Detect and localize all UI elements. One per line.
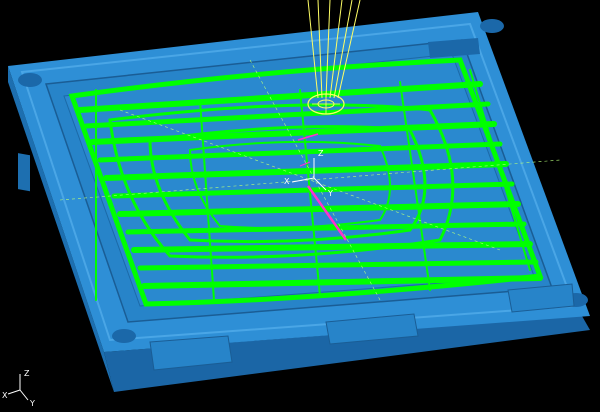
triad-x-axis bbox=[7, 389, 21, 395]
triad-x-label: X bbox=[2, 391, 8, 400]
triad-y-label: Y bbox=[29, 399, 35, 408]
wcs-x-label: X bbox=[284, 177, 290, 186]
wcs-z-label: Z bbox=[318, 149, 324, 158]
corner-bore-tr bbox=[480, 19, 504, 33]
corner-bore-bl bbox=[112, 329, 136, 343]
wcs-y-label: Y bbox=[327, 189, 333, 198]
graphics-viewport[interactable]: Z X Y Z X Y bbox=[0, 0, 600, 412]
triad-y-axis bbox=[19, 389, 29, 401]
triad-z-label: Z bbox=[24, 369, 30, 378]
side-notch-left bbox=[18, 153, 30, 192]
cam-scene[interactable]: Z X Y Z X Y bbox=[0, 0, 600, 412]
corner-bore-tl bbox=[18, 73, 42, 87]
